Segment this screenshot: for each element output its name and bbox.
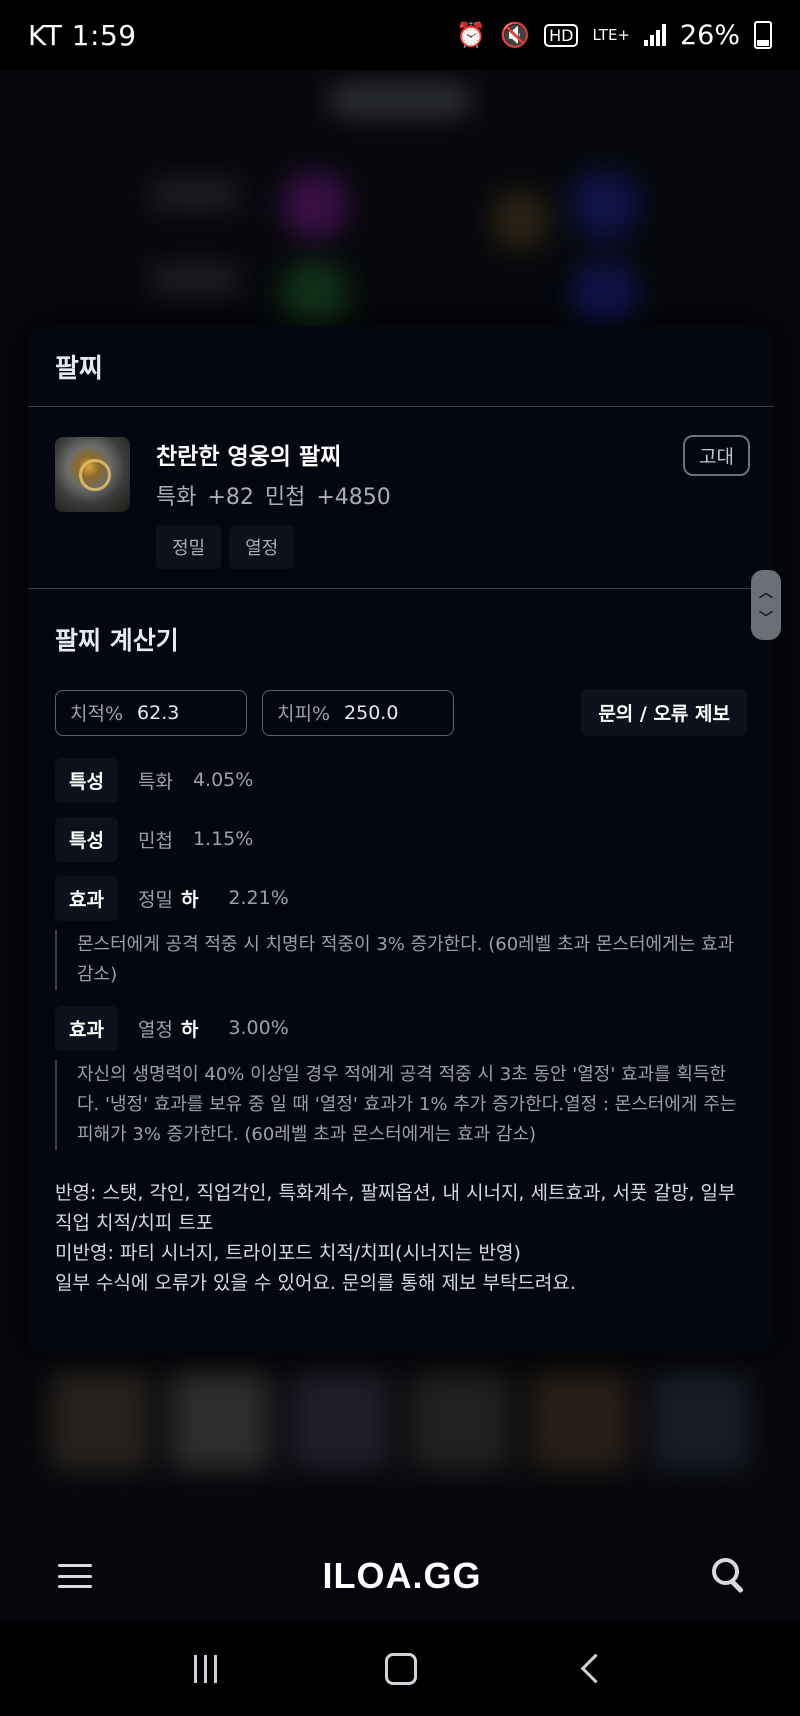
bracelet-modal: 팔찌 찬란한 영웅의 팔찌 특화 +82 민첩 +4850 정밀 열정 고대 팔… [28,326,774,1353]
note-line: 미반영: 파티 시너지, 트라이포드 치적/치피(시너지는 반영) [55,1242,521,1264]
battery-icon [754,21,772,49]
stat-name: 민첩 [137,829,173,852]
search-icon[interactable] [712,1558,748,1594]
recent-apps-icon[interactable] [194,1654,217,1683]
crit-rate-label: 치적% [70,703,124,725]
signal-icon [643,24,666,46]
back-icon[interactable] [580,1653,611,1684]
home-icon[interactable] [385,1652,417,1685]
item-stats: 특화 +82 민첩 +4850 [156,485,391,510]
crit-damage-value[interactable]: 250.0 [344,702,398,724]
modal-title: 팔찌 [28,326,774,407]
status-icons: ⏰ 🔇 HD LTE+ 26% [456,20,772,51]
chevron-down-icon: ﹀ [759,611,773,627]
stat-kind: 효과 [55,875,118,921]
mute-icon: 🔇 [500,21,531,49]
effect-description: 몬스터에게 공격 적중 시 치명타 적중이 3% 증가한다. (60레벨 초과 … [55,930,747,990]
stat-value: 1.15% [192,828,254,850]
stat-row: 특성 민첩 1.15% [55,816,747,862]
effect-grade: 하 [180,1018,199,1041]
note-line: 반영: 스탯, 각인, 직업각인, 특화계수, 팔찌옵션, 내 시너지, 세트효… [55,1182,736,1234]
stat-row: 특성 특화 4.05% [55,757,747,803]
crit-rate-value[interactable]: 62.3 [137,702,179,724]
stat-name: 특화 [137,770,173,793]
alarm-icon: ⏰ [456,21,487,49]
status-bar: KT 1:59 ⏰ 🔇 HD LTE+ 26% [0,0,800,70]
effect-name: 열정 [137,1018,173,1041]
site-logo[interactable]: ILOA.GG [323,1555,482,1597]
report-button[interactable]: 문의 / 오류 제보 [581,689,747,736]
calculator-notes: 반영: 스탯, 각인, 직업각인, 특화계수, 팔찌옵션, 내 시너지, 세트효… [55,1178,747,1298]
effect-value: 3.00% [228,1017,289,1039]
effect-row: 효과 열정 하 3.00% [55,1005,747,1051]
effect-name: 정밀 [137,888,173,911]
stat-value: 4.05% [192,769,254,791]
bracelet-calculator: 팔찌 계산기 치적% 62.3 치피% 250.0 문의 / 오류 제보 특성 … [28,621,774,1298]
effect-description: 자신의 생명력이 40% 이상일 경우 적에게 공격 적중 시 3초 동안 '열… [55,1060,747,1150]
calculator-title: 팔찌 계산기 [55,626,179,655]
hd-icon: HD [544,23,579,47]
effect-grade: 하 [180,888,199,911]
stat-kind: 특성 [55,757,118,803]
note-line: 일부 수식에 오류가 있을 수 있어요. 문의를 통해 제보 부탁드려요. [55,1272,576,1294]
lte-icon: LTE+ [592,26,630,44]
stat-kind: 효과 [55,1005,118,1051]
crit-damage-input[interactable]: 치피% 250.0 [262,689,454,736]
battery-percent: 26% [679,19,740,51]
stat-kind: 특성 [55,816,118,862]
carrier-time: KT 1:59 [28,18,137,52]
item-name: 찬란한 영웅의 팔찌 [156,444,342,470]
item-summary: 찬란한 영웅의 팔찌 특화 +82 민첩 +4850 정밀 열정 고대 [28,407,774,589]
app-bar: ILOA.GG [0,1531,800,1621]
system-nav-bar [0,1621,800,1716]
effect-row: 효과 정밀 하 2.21% [55,875,747,921]
calculator-inputs: 치적% 62.3 치피% 250.0 문의 / 오류 제보 [55,689,747,736]
chevron-up-icon: ︿ [759,585,773,601]
scroll-handle[interactable]: ︿ ﹀ [751,570,781,640]
bracelet-icon [55,437,130,512]
item-tag: 열정 [229,525,295,569]
grade-badge: 고대 [683,435,750,476]
item-tags: 정밀 열정 [156,525,295,569]
menu-icon[interactable] [58,1564,92,1588]
crit-rate-input[interactable]: 치적% 62.3 [55,689,247,736]
effect-value: 2.21% [228,887,289,909]
item-tag: 정밀 [156,525,222,569]
crit-damage-label: 치피% [277,703,331,725]
